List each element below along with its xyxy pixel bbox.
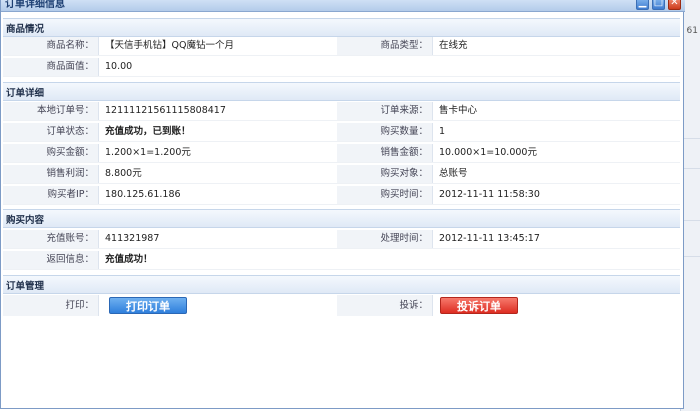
sale-amount-label: 销售金额： — [337, 144, 433, 162]
row-divider — [3, 183, 680, 184]
recharge-account-value: 411321987 — [105, 233, 160, 244]
buyer-ip-label: 购买者IP： — [3, 186, 99, 204]
buy-amount-label: 购买金额： — [3, 144, 99, 162]
buy-target-label: 购买对象： — [337, 165, 433, 183]
product-face-value: 10.00 — [105, 61, 133, 72]
row-purchase-account: 充值账号： 411321987 处理时间： 2012-11-11 13:45:1… — [3, 230, 680, 249]
row-divider — [3, 120, 680, 121]
section-manage-title: 订单管理 — [6, 281, 45, 292]
row-divider — [3, 141, 680, 142]
row-divider — [3, 204, 680, 205]
row-divider — [3, 162, 680, 163]
buy-amount-value: 1.200×1=1.200元 — [105, 147, 191, 158]
complain-label: 投诉： — [337, 295, 433, 316]
product-name-value: 【天信手机钻】QQ魔钻一个月 — [105, 40, 234, 51]
print-order-button[interactable]: 打印订单 — [109, 297, 187, 314]
buyer-ip-value: 180.125.61.186 — [105, 189, 181, 200]
profit-label: 销售利润： — [3, 165, 99, 183]
print-label: 打印： — [3, 295, 99, 316]
close-icon: ✕ — [670, 0, 679, 8]
complain-order-button[interactable]: 投诉订单 — [440, 297, 518, 314]
minimize-button[interactable]: ▁ — [636, 0, 649, 10]
maximize-icon: □ — [653, 0, 664, 8]
order-source-label: 订单来源： — [337, 102, 433, 120]
row-product-face: 商品面值： 10.00 — [3, 58, 680, 77]
buy-time-value: 2012-11-11 11:58:30 — [439, 189, 540, 200]
buy-target-value: 总账号 — [439, 168, 468, 179]
sale-amount-value: 10.000×1=10.000元 — [439, 147, 537, 158]
row-order-amounts: 购买金额： 1.200×1=1.200元 销售金额： 10.000×1=10.0… — [3, 144, 680, 163]
row-order-status: 订单状态： 充值成功，已到账！ 购买数量： 1 — [3, 123, 680, 142]
return-info-value: 充值成功！ — [105, 254, 153, 265]
background-edge-number: 61 — [686, 26, 698, 36]
product-type-label: 商品类型： — [337, 37, 433, 55]
row-divider — [3, 248, 680, 249]
process-time-value: 2012-11-11 13:45:17 — [439, 233, 540, 244]
quantity-value: 1 — [439, 126, 446, 137]
dialog-title: 订单详细信息 — [5, 0, 65, 10]
order-status-label: 订单状态： — [3, 123, 99, 141]
profit-value: 8.800元 — [105, 168, 142, 179]
dialog-titlebar[interactable]: 订单详细信息 ▁ □ ✕ — [1, 0, 685, 12]
row-order-id: 本地订单号： 12111121561115808417 订单来源： 售卡中心 — [3, 102, 680, 121]
order-source-value: 售卡中心 — [439, 105, 478, 116]
section-product-title: 商品情况 — [6, 24, 45, 35]
section-manage-header: 订单管理 — [3, 275, 680, 294]
product-type-value: 在线充 — [439, 40, 468, 51]
local-order-id-label: 本地订单号： — [3, 102, 99, 120]
buy-time-label: 购买时间： — [337, 186, 433, 204]
row-divider — [3, 269, 680, 270]
row-divider — [3, 55, 680, 56]
quantity-label: 购买数量： — [337, 123, 433, 141]
section-purchase-title: 购买内容 — [6, 215, 45, 226]
order-status-value: 充值成功，已到账！ — [105, 126, 191, 137]
row-purchase-return: 返回信息： 充值成功！ — [3, 251, 680, 270]
local-order-id-value: 12111121561115808417 — [105, 105, 226, 116]
maximize-button[interactable]: □ — [652, 0, 665, 10]
process-time-label: 处理时间： — [337, 230, 433, 248]
row-order-ip: 购买者IP： 180.125.61.186 购买时间： 2012-11-11 1… — [3, 186, 680, 205]
row-divider — [3, 76, 680, 77]
product-face-label: 商品面值： — [3, 58, 99, 76]
minimize-icon: ▁ — [638, 0, 647, 8]
product-name-label: 商品名称： — [3, 37, 99, 55]
order-detail-dialog: 订单详细信息 ▁ □ ✕ 商品情况 商品名称： 【天信手机钻】QQ魔钻一个月 商… — [0, 0, 685, 409]
recharge-account-label: 充值账号： — [3, 230, 99, 248]
section-order-header: 订单详细 — [3, 82, 680, 101]
row-manage-actions: 打印： 打印订单 投诉： 投诉订单 — [3, 295, 680, 317]
close-button[interactable]: ✕ — [668, 0, 681, 10]
section-product-header: 商品情况 — [3, 18, 680, 37]
row-product-name: 商品名称： 【天信手机钻】QQ魔钻一个月 商品类型： 在线充 — [3, 37, 680, 56]
return-info-label: 返回信息： — [3, 251, 99, 269]
section-order-title: 订单详细 — [6, 88, 45, 99]
section-purchase-header: 购买内容 — [3, 209, 680, 228]
row-order-profit: 销售利润： 8.800元 购买对象： 总账号 — [3, 165, 680, 184]
